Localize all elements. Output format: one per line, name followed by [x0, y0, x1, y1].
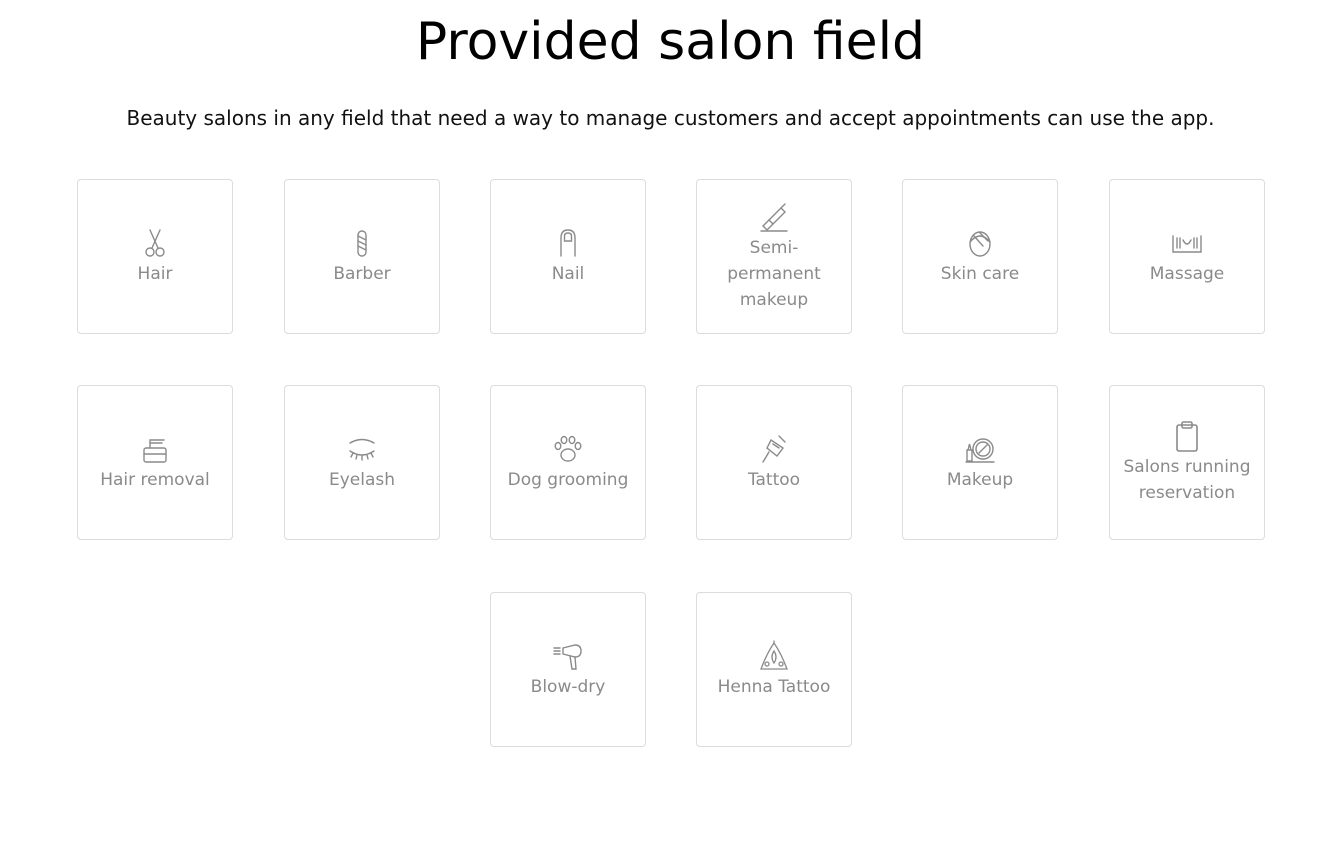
field-tile-blow-dry[interactable]: Blow-dry: [490, 592, 646, 747]
field-label: Skin care: [940, 264, 1020, 284]
scissors-icon: [138, 226, 172, 260]
field-label: Hair removal: [100, 470, 210, 490]
tattoo-pen-icon: [757, 200, 791, 234]
field-tile-massage[interactable]: Massage: [1109, 179, 1265, 334]
field-tile-skin-care[interactable]: Skin care: [902, 179, 1058, 334]
field-tile-barber[interactable]: Barber: [284, 179, 440, 334]
tattoo-machine-icon: [757, 432, 791, 466]
field-label: Massage: [1149, 264, 1225, 284]
field-tile-makeup[interactable]: Makeup: [902, 385, 1058, 540]
field-label: Henna Tattoo: [717, 677, 831, 697]
clipboard-icon: [1170, 419, 1204, 453]
field-tile-semi-permanent-makeup[interactable]: Semi-permanent makeup: [696, 179, 852, 334]
field-tile-nail[interactable]: Nail: [490, 179, 646, 334]
field-tile-tattoo[interactable]: Tattoo: [696, 385, 852, 540]
field-tile-dog-grooming[interactable]: Dog grooming: [490, 385, 646, 540]
fingernail-icon: [551, 226, 585, 260]
wax-warmer-icon: [138, 432, 172, 466]
field-tile-henna-tattoo[interactable]: Henna Tattoo: [696, 592, 852, 747]
field-tile-eyelash[interactable]: Eyelash: [284, 385, 440, 540]
hair-dryer-icon: [551, 639, 585, 673]
field-label: Makeup: [946, 470, 1014, 490]
field-label: Blow-dry: [530, 677, 606, 697]
henna-pattern-icon: [757, 639, 791, 673]
field-tile-hair-removal[interactable]: Hair removal: [77, 385, 233, 540]
eyelash-icon: [345, 432, 379, 466]
field-label: Tattoo: [747, 470, 801, 490]
field-label: Dog grooming: [507, 470, 629, 490]
field-label: Semi-permanent makeup: [727, 238, 821, 310]
field-label: Salons running reservation: [1123, 457, 1251, 503]
page-subtitle: Beauty salons in any field that need a w…: [126, 106, 1215, 130]
face-towel-icon: [963, 226, 997, 260]
field-label: Hair: [137, 264, 173, 284]
compact-mirror-icon: [963, 432, 997, 466]
barber-pole-icon: [345, 226, 379, 260]
field-label: Nail: [551, 264, 585, 284]
field-tile-salons-running-reservation[interactable]: Salons running reservation: [1109, 385, 1265, 540]
field-tile-hair[interactable]: Hair: [77, 179, 233, 334]
paw-icon: [551, 432, 585, 466]
page-title: Provided salon field: [415, 12, 926, 72]
massage-hands-icon: [1170, 226, 1204, 260]
field-label: Eyelash: [328, 470, 396, 490]
field-label: Barber: [333, 264, 391, 284]
